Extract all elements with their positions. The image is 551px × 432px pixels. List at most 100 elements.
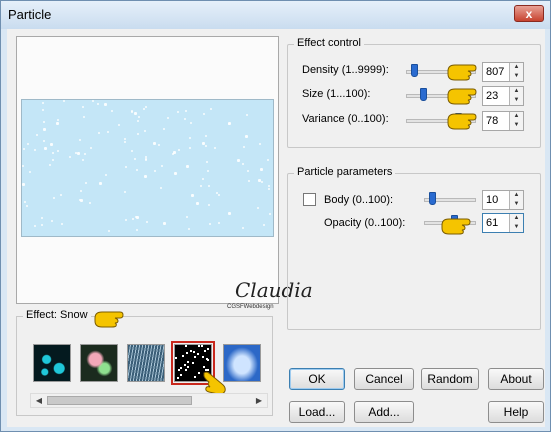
snow-particle [49, 164, 51, 166]
snow-particle [178, 369, 180, 371]
spin-up-icon[interactable]: ▲ [510, 87, 523, 96]
snow-particle [189, 137, 191, 139]
spin-down-icon[interactable]: ▼ [510, 223, 523, 232]
effect-thumb-rain[interactable] [127, 344, 165, 382]
spin-up-icon[interactable]: ▲ [510, 112, 523, 121]
ok-button[interactable]: OK [289, 368, 345, 390]
scroll-left-icon[interactable]: ◀ [32, 395, 46, 406]
snow-particle [268, 185, 270, 187]
snow-particle [247, 170, 249, 172]
variance-spinbox[interactable]: 78 ▲ ▼ [482, 111, 524, 131]
snow-particle [207, 170, 209, 172]
snow-particle [203, 113, 205, 115]
effect-control-title: Effect control [294, 37, 364, 49]
snow-particle [184, 118, 186, 120]
snow-particle [184, 364, 186, 366]
snow-particle [214, 147, 216, 149]
snow-particle [258, 179, 261, 182]
help-button[interactable]: Help [488, 401, 544, 423]
density-spin-buttons[interactable]: ▲ ▼ [509, 63, 523, 81]
variance-spin-buttons[interactable]: ▲ ▼ [509, 112, 523, 130]
snow-particle [92, 100, 94, 102]
snow-particle [43, 140, 45, 142]
spin-down-icon[interactable]: ▼ [510, 121, 523, 130]
effects-scrollbar-thumb[interactable] [47, 396, 192, 405]
watermark-subtext: CGSFWebdesign [227, 304, 274, 310]
snow-particle [125, 219, 127, 221]
body-spinbox[interactable]: 10 ▲ ▼ [482, 190, 524, 210]
snow-particle [98, 132, 100, 134]
snow-particle [194, 376, 196, 378]
snow-particle [202, 178, 204, 180]
snow-particle [131, 110, 133, 112]
close-icon: x [525, 7, 533, 21]
snow-particle [79, 199, 81, 201]
snow-particle [131, 150, 133, 152]
add-button[interactable]: Add... [354, 401, 414, 423]
snow-particle [237, 159, 240, 162]
snow-particle [80, 190, 82, 192]
pointing-hand-icon [447, 88, 477, 105]
snow-particle [132, 218, 134, 220]
snow-particle [84, 153, 86, 155]
opacity-spin-buttons[interactable]: ▲ ▼ [509, 214, 523, 232]
snow-particle [160, 187, 162, 189]
spin-up-icon[interactable]: ▲ [510, 63, 523, 72]
snow-particle [41, 224, 43, 226]
snow-particle [42, 102, 44, 104]
random-button[interactable]: Random [421, 368, 479, 390]
snow-particle [26, 205, 28, 207]
opacity-spinbox[interactable]: 61 ▲ ▼ [482, 213, 524, 233]
body-slider-thumb[interactable] [428, 192, 436, 205]
about-button[interactable]: About [488, 368, 544, 390]
snow-particle [192, 362, 194, 364]
snow-particle [208, 185, 210, 187]
load-button[interactable]: Load... [289, 401, 345, 423]
snow-particle [206, 161, 208, 163]
scroll-right-icon[interactable]: ▶ [252, 395, 266, 406]
snow-particle [42, 109, 44, 111]
spin-down-icon[interactable]: ▼ [510, 96, 523, 105]
snow-particle [79, 139, 81, 141]
snow-particle [104, 103, 107, 106]
snow-particle [90, 147, 92, 149]
density-value: 807 [486, 66, 505, 78]
snow-particle [210, 108, 212, 110]
snow-particle [36, 134, 38, 136]
density-slider-thumb[interactable] [411, 64, 419, 77]
snow-particle [269, 213, 271, 215]
spin-down-icon[interactable]: ▼ [510, 72, 523, 81]
snow-particle [205, 135, 207, 137]
effect-thumb-bubbles[interactable] [33, 344, 71, 382]
pointing-hand-icon [447, 113, 477, 130]
opacity-label: Opacity (0..100): [324, 217, 406, 229]
size-spin-buttons[interactable]: ▲ ▼ [509, 87, 523, 105]
effects-group: Effect: Snow ◀ ▶ [16, 309, 273, 416]
snow-particle [243, 146, 245, 148]
spin-down-icon[interactable]: ▼ [510, 200, 523, 209]
snow-particle [146, 221, 148, 223]
effects-scrollbar[interactable]: ◀ ▶ [30, 393, 268, 408]
cancel-button[interactable]: Cancel [354, 368, 414, 390]
spin-up-icon[interactable]: ▲ [510, 214, 523, 223]
snow-particle [246, 114, 248, 116]
close-button[interactable]: x [514, 5, 544, 22]
snow-particle [167, 117, 169, 119]
snow-particle [124, 141, 126, 143]
size-spinbox[interactable]: 23 ▲ ▼ [482, 86, 524, 106]
snow-particle [173, 151, 176, 154]
effect-thumb-bokeh[interactable] [80, 344, 118, 382]
snow-particle [145, 106, 147, 108]
size-slider-thumb[interactable] [420, 88, 428, 101]
density-spinbox[interactable]: 807 ▲ ▼ [482, 62, 524, 82]
body-checkbox[interactable] [303, 193, 316, 206]
snow-particle [53, 197, 55, 199]
snow-particle [185, 369, 187, 371]
snow-particle [198, 372, 200, 374]
snow-particle [242, 227, 244, 229]
snow-particle [193, 351, 195, 353]
snow-particle [56, 122, 59, 125]
spin-up-icon[interactable]: ▲ [510, 191, 523, 200]
snow-particle [200, 185, 202, 187]
body-spin-buttons[interactable]: ▲ ▼ [509, 191, 523, 209]
